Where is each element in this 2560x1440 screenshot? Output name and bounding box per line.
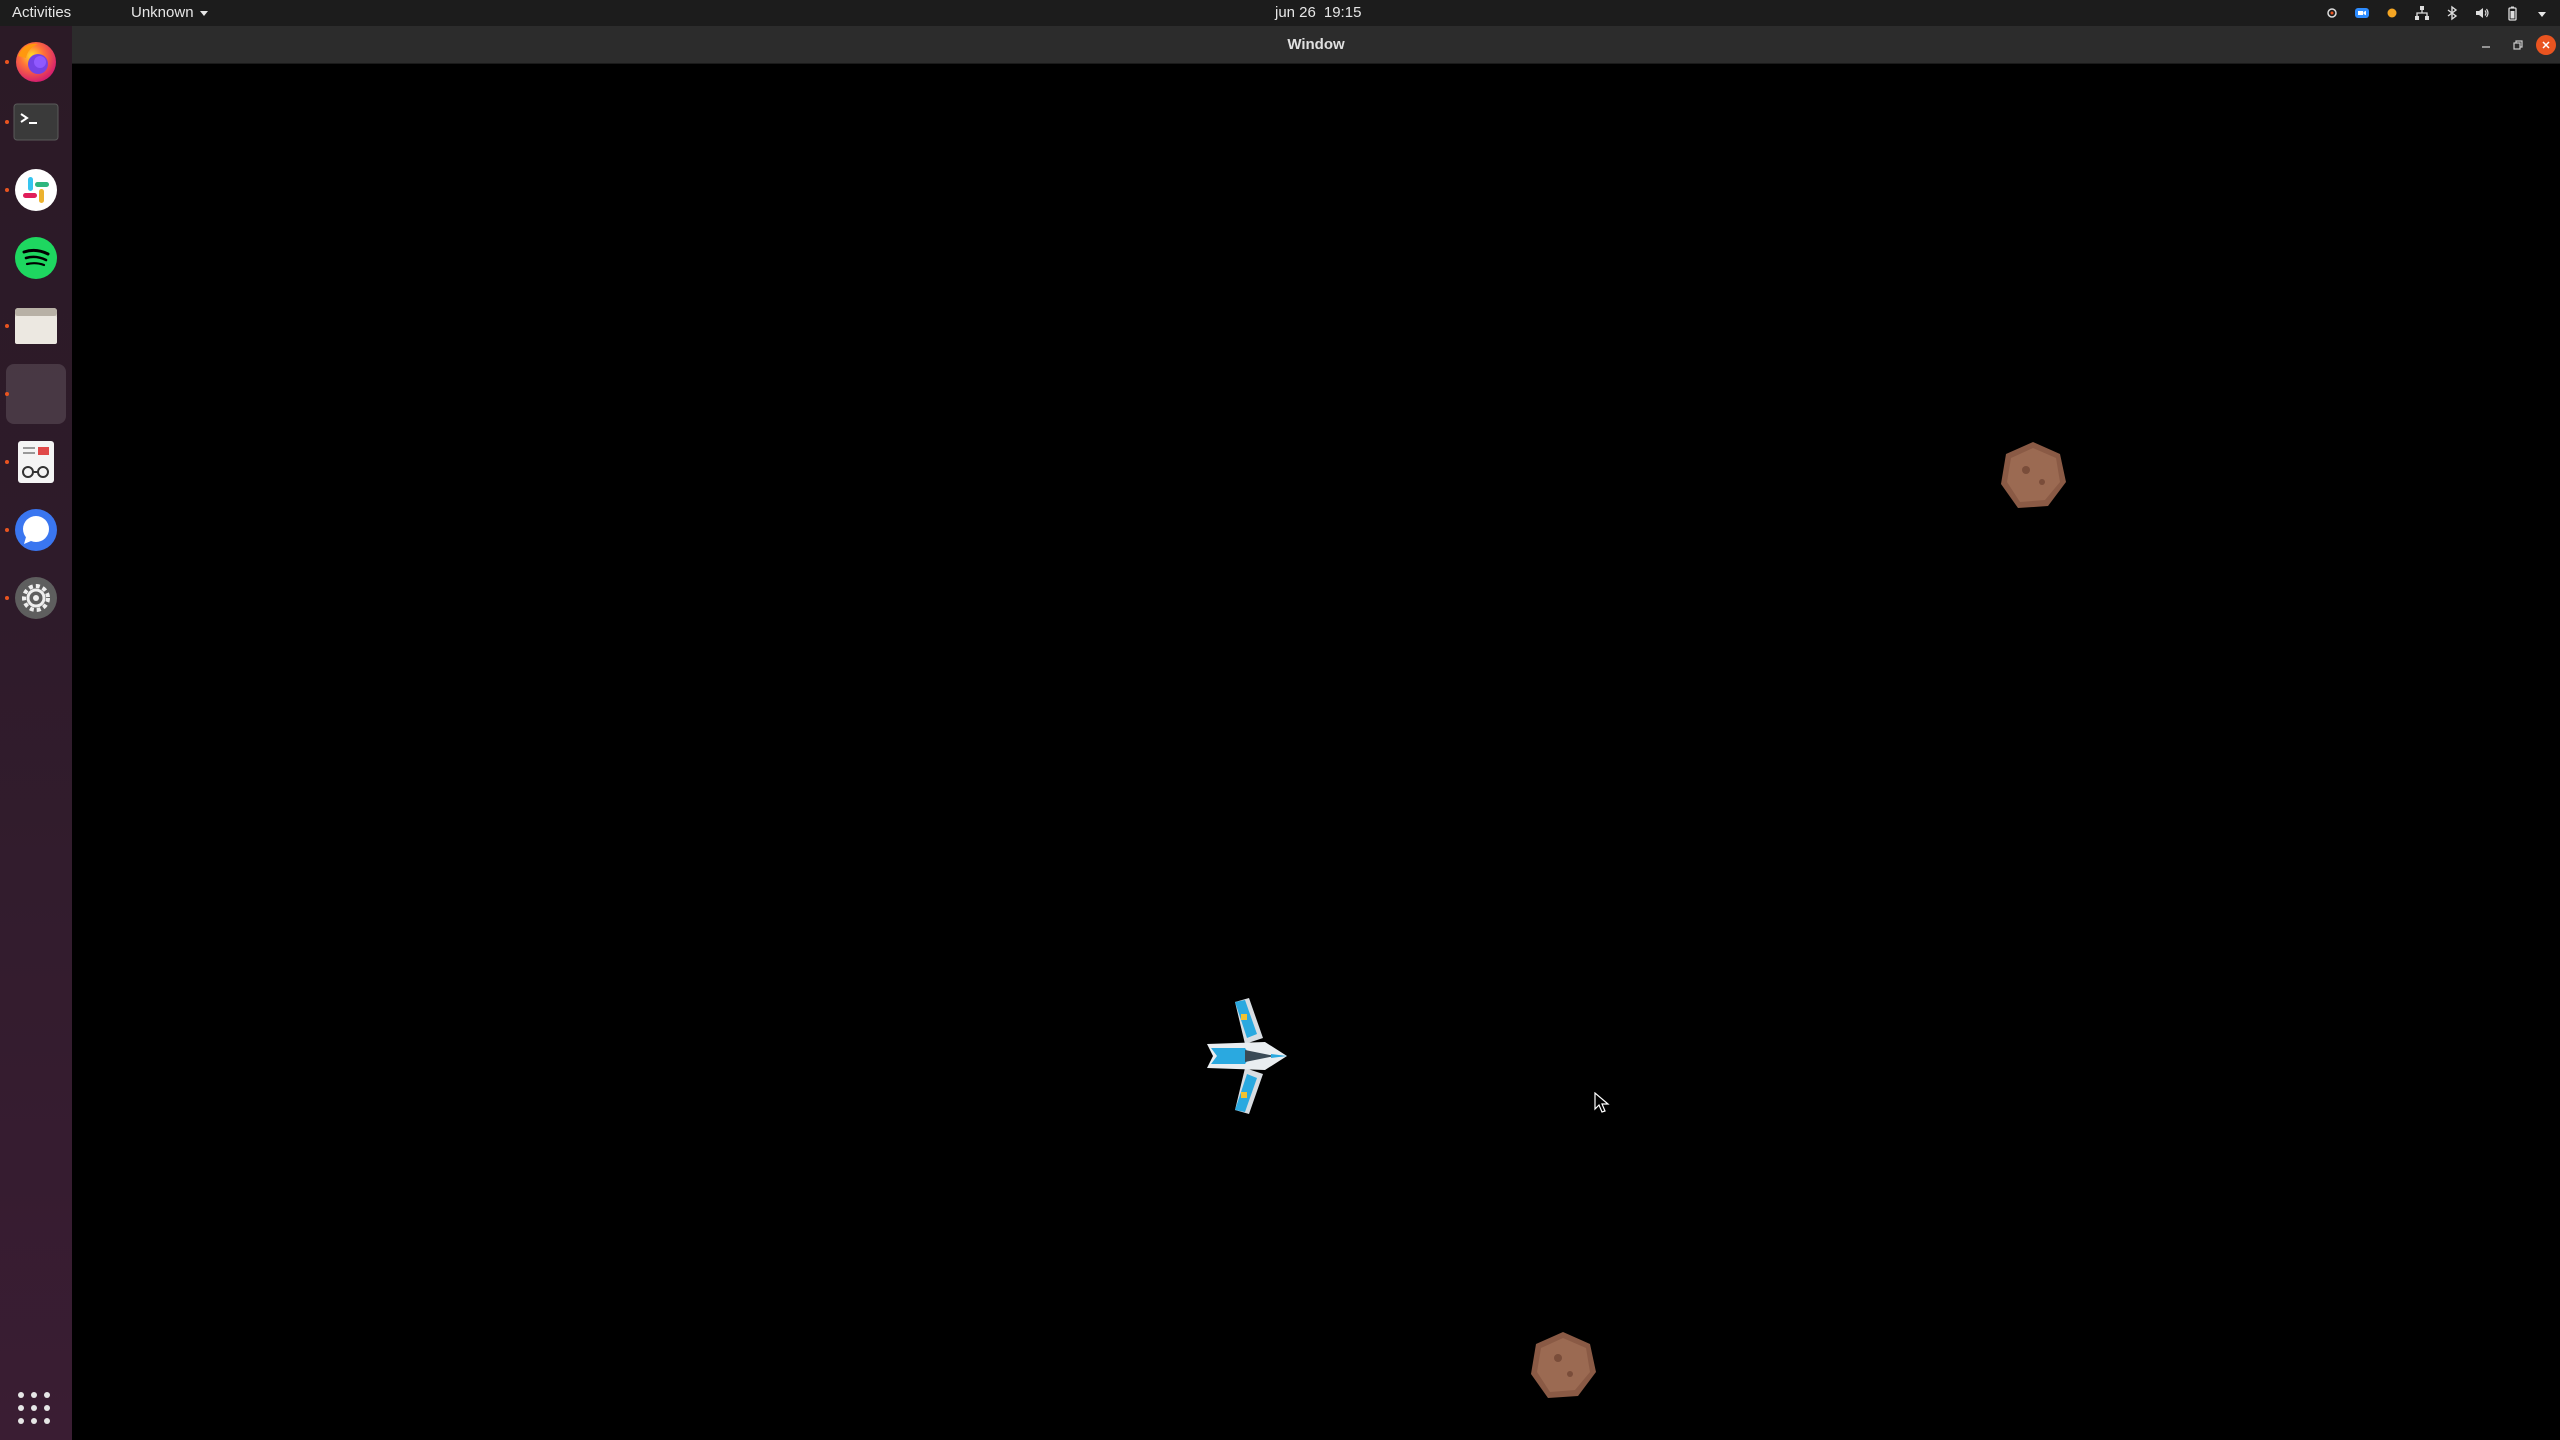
activities-button[interactable]: Activities — [12, 4, 71, 21]
screenshot-tool-icon[interactable] — [2324, 5, 2340, 21]
dock-item-files[interactable] — [5, 296, 66, 356]
running-indicator — [5, 460, 9, 464]
dock — [0, 26, 72, 1440]
game-canvas[interactable] — [72, 64, 2560, 1440]
top-bar: Activities Unknown jun 26 19:15 — [0, 0, 2560, 26]
firefox-icon — [16, 42, 56, 82]
app-menu-label: Unknown — [131, 4, 194, 21]
bluetooth-icon[interactable] — [2444, 5, 2460, 21]
dock-item-signal[interactable] — [5, 500, 66, 560]
document-viewer-icon — [18, 441, 54, 483]
maximize-button[interactable] — [2508, 35, 2528, 55]
running-indicator — [5, 596, 9, 600]
minimize-icon — [2482, 46, 2490, 48]
asteroid — [2001, 442, 2066, 508]
signal-icon — [15, 509, 57, 551]
battery-icon[interactable] — [2504, 5, 2520, 21]
notification-dot-icon[interactable] — [2384, 5, 2400, 21]
player-spaceship — [1207, 998, 1287, 1114]
window-title: Window — [1287, 36, 1345, 53]
dock-item-settings[interactable] — [5, 568, 66, 628]
dock-item-firefox[interactable] — [5, 32, 66, 92]
slack-icon — [15, 169, 57, 211]
running-indicator — [5, 392, 9, 396]
asteroid — [1531, 1332, 1596, 1398]
running-indicator — [5, 528, 9, 532]
files-icon — [15, 308, 57, 344]
spotify-icon — [15, 237, 57, 279]
dock-item-slack[interactable] — [5, 160, 66, 220]
running-indicator — [5, 120, 9, 124]
window-titlebar[interactable]: Window — [72, 26, 2560, 64]
system-tray — [2324, 0, 2550, 26]
mouse-cursor-icon — [1594, 1092, 1610, 1113]
clock-time: 19:15 — [1323, 4, 1362, 21]
settings-icon — [15, 577, 57, 619]
system-menu-chevron-icon[interactable] — [2534, 5, 2550, 21]
dock-item-active-window[interactable] — [5, 364, 66, 424]
network-icon[interactable] — [2414, 5, 2430, 21]
dock-item-terminal[interactable] — [5, 92, 66, 152]
show-applications-button[interactable] — [18, 1392, 54, 1428]
dock-item-document-viewer[interactable] — [5, 432, 66, 492]
running-indicator — [5, 324, 9, 328]
app-window: Window — [72, 26, 2560, 1440]
chevron-down-icon — [199, 11, 208, 16]
app-menu[interactable]: Unknown — [131, 4, 208, 21]
close-button[interactable] — [2536, 35, 2556, 55]
running-indicator — [5, 60, 9, 64]
zoom-icon[interactable] — [2354, 5, 2370, 21]
clock-date: jun 26 — [1275, 4, 1316, 21]
volume-icon[interactable] — [2474, 5, 2490, 21]
close-icon — [2542, 41, 2550, 49]
minimize-button[interactable] — [2476, 35, 2496, 55]
running-indicator — [5, 188, 9, 192]
dock-item-spotify[interactable] — [6, 228, 66, 288]
restore-icon — [2513, 40, 2523, 50]
clock[interactable]: jun 26 19:15 — [1275, 4, 1361, 21]
terminal-icon — [13, 103, 59, 141]
